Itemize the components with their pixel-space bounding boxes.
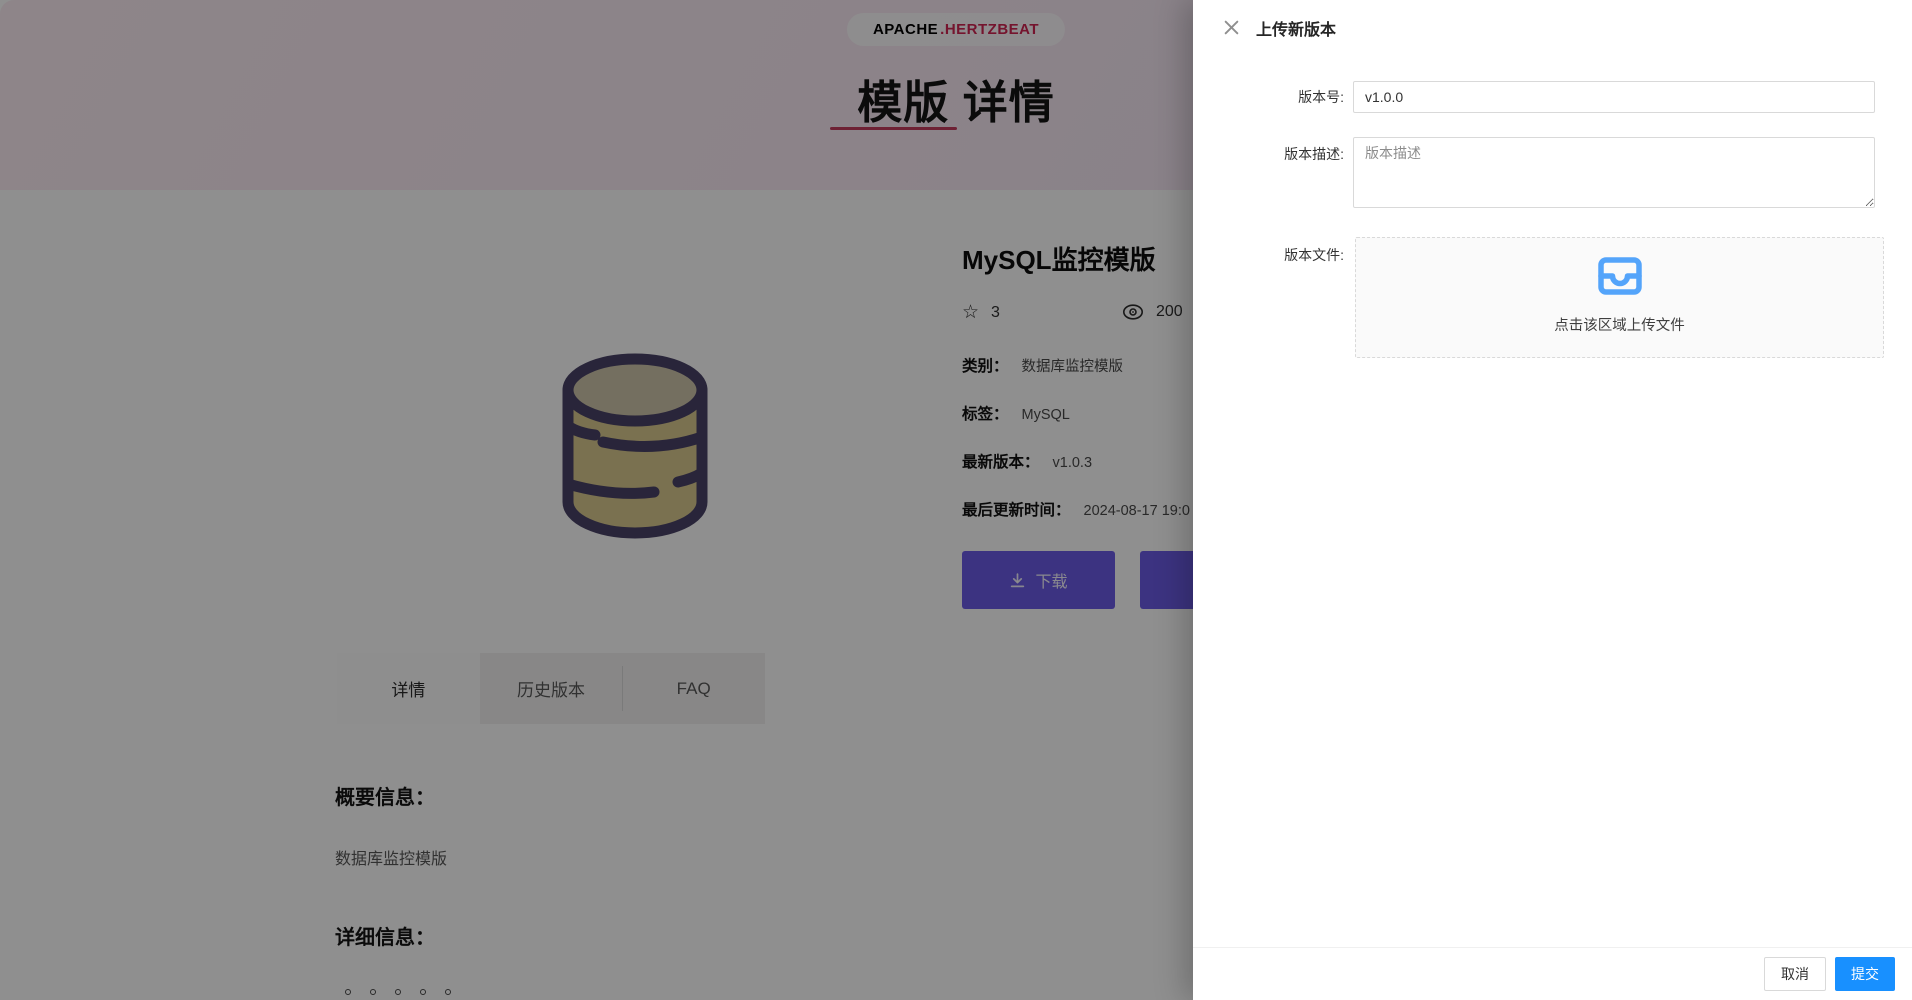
submit-button[interactable]: 提交 bbox=[1835, 957, 1895, 991]
version-number-row: 版本号: bbox=[1193, 81, 1912, 113]
screen: APACHE .HERTZBEAT 模版 详情 MySQL监控模版 bbox=[0, 0, 1912, 1000]
version-file-row: 版本文件: 点击该区域上传文件 bbox=[1193, 237, 1912, 358]
drawer-header: 上传新版本 bbox=[1193, 0, 1912, 55]
close-icon[interactable] bbox=[1222, 19, 1240, 37]
version-description-label: 版本描述: bbox=[1193, 137, 1353, 208]
version-number-input[interactable] bbox=[1353, 81, 1875, 113]
file-upload-dropzone[interactable]: 点击该区域上传文件 bbox=[1355, 237, 1884, 358]
version-description-row: 版本描述: bbox=[1193, 137, 1912, 208]
cancel-button[interactable]: 取消 bbox=[1764, 957, 1826, 991]
drawer-footer: 取消 提交 bbox=[1193, 947, 1912, 1000]
version-file-label: 版本文件: bbox=[1193, 237, 1353, 358]
drawer-title: 上传新版本 bbox=[1256, 16, 1336, 40]
version-description-textarea[interactable] bbox=[1353, 137, 1875, 208]
inbox-upload-icon bbox=[1597, 255, 1643, 302]
version-number-label: 版本号: bbox=[1193, 81, 1353, 113]
upload-hint-text: 点击该区域上传文件 bbox=[1356, 314, 1883, 335]
upload-version-drawer: 上传新版本 版本号: 版本描述: 版本文件: 点 bbox=[1193, 0, 1912, 1000]
